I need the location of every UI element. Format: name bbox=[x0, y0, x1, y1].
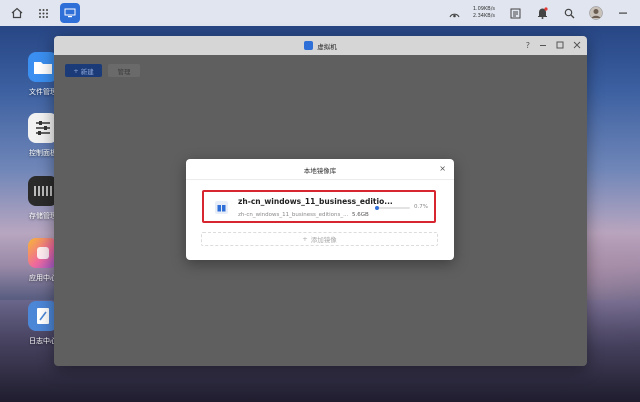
help-button[interactable]: ? bbox=[526, 41, 530, 50]
minimize-button[interactable] bbox=[539, 41, 547, 51]
desktop-icon-label: 控制面板 bbox=[29, 149, 57, 157]
progress-indicator-dot bbox=[375, 206, 379, 210]
image-size: 5.6GB bbox=[352, 212, 369, 218]
image-name: zh-cn_windows_11_business_editio... bbox=[238, 197, 393, 206]
user-avatar[interactable] bbox=[587, 4, 605, 22]
minimize-icon bbox=[540, 44, 546, 46]
image-path: zh-cn_windows_11_business_editions_... bbox=[238, 212, 349, 218]
network-icon[interactable] bbox=[446, 4, 464, 22]
home-icon[interactable] bbox=[8, 4, 26, 22]
desktop-icon-label: 文件管理 bbox=[29, 88, 57, 96]
dialog-close-button[interactable]: × bbox=[439, 164, 446, 173]
plus-icon: + bbox=[73, 66, 79, 75]
new-button-label: 新建 bbox=[80, 67, 94, 76]
task-list-icon[interactable] bbox=[506, 4, 524, 22]
window-titlebar[interactable]: 虚拟机 ? bbox=[54, 36, 587, 55]
close-window-button[interactable] bbox=[573, 41, 581, 51]
network-speed: 1.09KB/s 2.34KB/s bbox=[473, 6, 495, 20]
maximize-button[interactable] bbox=[556, 41, 564, 51]
image-list-item[interactable]: zh-cn_windows_11_business_editio... zh-c… bbox=[202, 190, 436, 223]
new-vm-button[interactable]: + 新建 bbox=[65, 64, 102, 77]
upload-speed: 1.09KB/s bbox=[472, 6, 495, 12]
window-title: 虚拟机 bbox=[317, 42, 337, 51]
dialog-title: 本地镜像库 bbox=[303, 167, 337, 175]
maximize-icon bbox=[556, 41, 564, 48]
search-icon[interactable] bbox=[560, 4, 578, 22]
vm-app-taskbar-icon[interactable] bbox=[60, 3, 80, 23]
dialog-divider bbox=[186, 179, 454, 180]
desktop-icon-label: 存储管理 bbox=[29, 212, 57, 220]
desktop-icon-label: 日志中心 bbox=[29, 337, 57, 345]
download-speed: 2.34KB/s bbox=[472, 13, 495, 19]
close-icon bbox=[573, 41, 581, 48]
apps-grid-icon[interactable] bbox=[34, 4, 52, 22]
add-image-button[interactable]: + 添加镜像 bbox=[201, 232, 438, 246]
desktop-icon-label: 应用中心 bbox=[29, 274, 57, 282]
plus-icon: + bbox=[302, 235, 308, 243]
add-image-label: 添加镜像 bbox=[310, 236, 337, 244]
minimize-all-icon[interactable] bbox=[614, 4, 632, 22]
book-iso-icon bbox=[215, 201, 228, 214]
manage-button-label: 管理 bbox=[117, 67, 131, 76]
local-image-library-dialog: 本地镜像库 × zh-cn_windows_11_business_editio… bbox=[186, 159, 454, 260]
vm-toolbar: + 新建 管理 bbox=[65, 64, 140, 77]
taskbar: 1.09KB/s 2.34KB/s bbox=[0, 0, 640, 26]
manage-button[interactable]: 管理 bbox=[108, 64, 140, 77]
upload-progress-text: 0.7% bbox=[414, 204, 428, 210]
vm-app-icon bbox=[304, 41, 314, 50]
notification-bell-icon[interactable] bbox=[533, 4, 551, 22]
upload-progress-bar bbox=[375, 206, 410, 210]
